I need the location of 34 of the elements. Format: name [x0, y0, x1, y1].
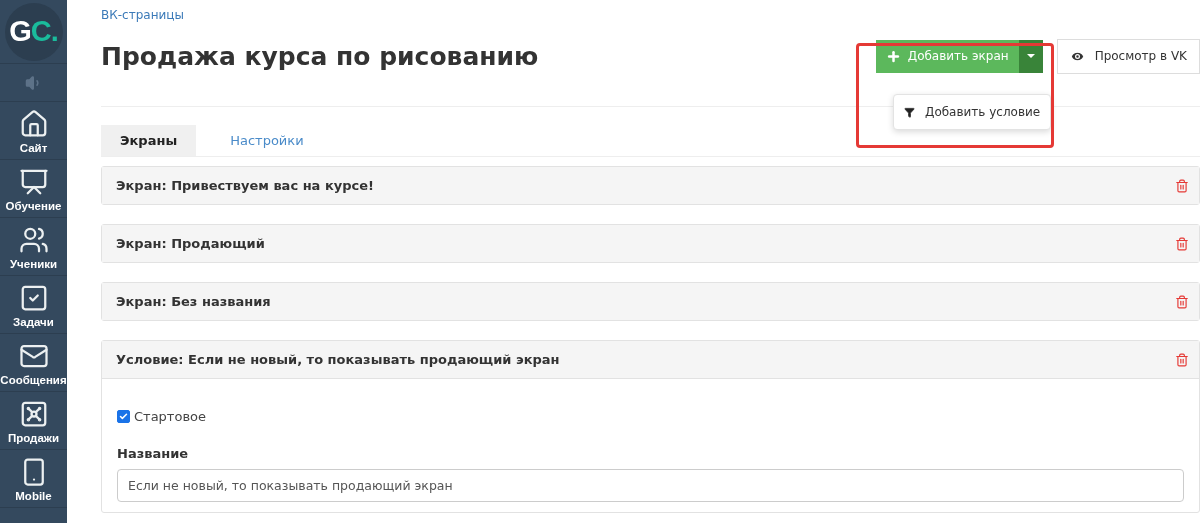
checkbox-label: Стартовое	[134, 409, 206, 424]
sidebar-item[interactable]: Сайт	[0, 102, 67, 160]
sidebar-item[interactable]: Обучение	[0, 160, 67, 218]
field-label: Название	[117, 446, 190, 461]
sidebar-item[interactable]: Продажи	[0, 392, 67, 450]
panel-header[interactable]: Экран: Продающий	[102, 225, 1199, 262]
trash-icon[interactable]	[1175, 352, 1189, 367]
panel-title: Условие: Если не новый, то показывать продающий экран	[116, 352, 561, 367]
panel-title: Экран: Без названия	[116, 294, 272, 309]
panel-header[interactable]: Условие: Если не новый, то показывать продающий экран	[102, 341, 1199, 378]
sidebar-item[interactable]: Mobile	[0, 450, 67, 508]
panel-title: Экран: Привествуем вас на курсе!	[116, 178, 375, 193]
trash-icon[interactable]	[1175, 294, 1189, 309]
page-title: Продажа курса по рисованию	[101, 41, 540, 71]
menu-item[interactable]: Добавить условие	[894, 99, 1051, 125]
preview-button[interactable]: Просмотр в VK	[1056, 38, 1200, 74]
name-field[interactable]: Если не новый, то показывать продающий экран	[117, 469, 1184, 502]
training-icon	[18, 167, 49, 197]
filter-icon	[904, 106, 915, 118]
sidebar-item[interactable]: Задачи	[0, 276, 67, 334]
panel-title: Экран: Продающий	[116, 236, 266, 251]
trash-icon[interactable]	[1175, 178, 1189, 193]
trash-icon[interactable]	[1175, 236, 1189, 251]
logo: GC.	[4, 2, 63, 61]
sidebar-item[interactable]: Ученики	[0, 218, 67, 276]
tab[interactable]: Настройки	[196, 125, 338, 156]
checkbox[interactable]	[117, 410, 130, 423]
panel-header[interactable]: Экран: Без названия	[102, 283, 1199, 320]
tab[interactable]: Экраны	[101, 125, 197, 156]
sidebar-item[interactable]: Сообщения	[0, 334, 67, 392]
panel-header[interactable]: Экран: Привествуем вас на курсе!	[102, 167, 1199, 204]
users-icon	[18, 225, 49, 255]
plus-icon	[885, 48, 901, 64]
breadcrumb-link[interactable]: ВК-страницы	[101, 8, 184, 22]
